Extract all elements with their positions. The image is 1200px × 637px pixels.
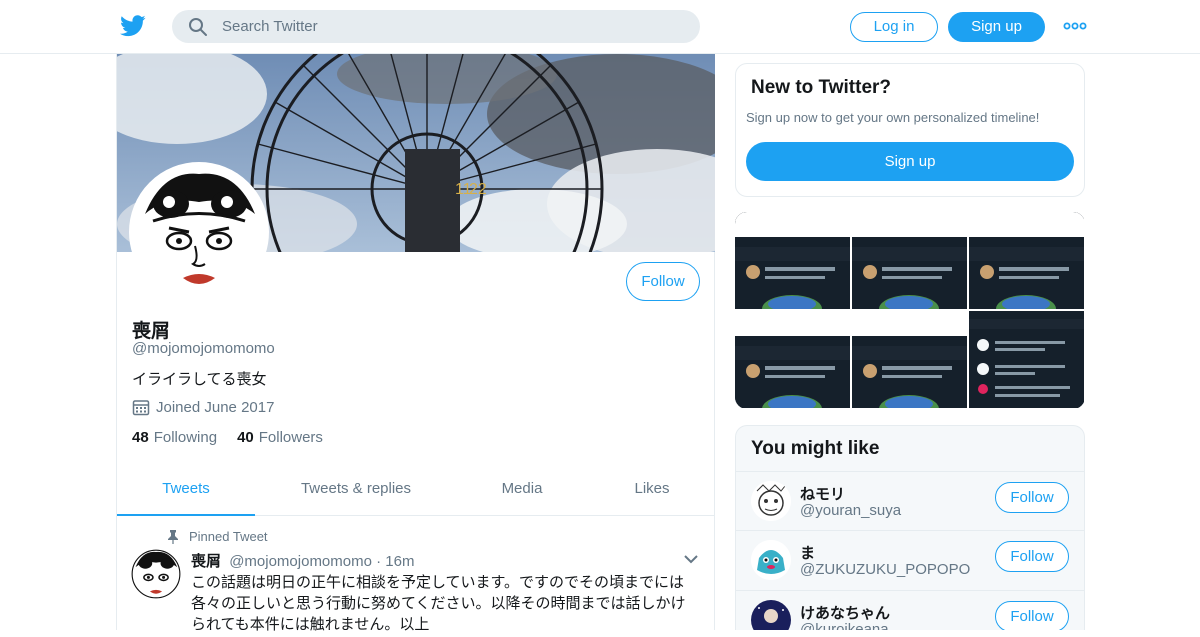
suggested-follow-button[interactable]: Follow [995, 541, 1069, 572]
new-to-twitter-subtitle: Sign up now to get your own personalized… [746, 110, 1040, 125]
suggested-user-avatar[interactable] [751, 481, 791, 521]
suggested-user-name[interactable]: けあなちゃん [800, 602, 890, 623]
profile-handle[interactable]: @mojomojomomomo [132, 340, 275, 357]
profile-stats: 48 Following 40 Followers [132, 429, 323, 446]
following-stat[interactable]: 48 Following [132, 429, 217, 446]
more-options-icon[interactable] [1063, 18, 1087, 34]
signup-large-button[interactable]: Sign up [746, 142, 1074, 181]
profile-bio: イライラしてる喪女 [132, 370, 267, 388]
suggested-user-avatar[interactable] [751, 540, 791, 580]
media-grid [735, 212, 1085, 409]
suggested-user[interactable]: けあなちゃん @kuroikeana Follow [736, 590, 1084, 630]
suggested-follow-button[interactable]: Follow [995, 601, 1069, 630]
suggested-user[interactable]: ねモリ @youran_suya Follow [736, 471, 1084, 531]
media-thumbnail[interactable] [852, 212, 967, 309]
pinned-label: Pinned Tweet [189, 529, 268, 544]
tab-tweets-replies[interactable]: Tweets & replies [277, 467, 435, 516]
tweet-author-handle[interactable]: @mojomojomomomo [229, 553, 372, 570]
you-might-like-card: You might like ねモリ @youran_suya Follow ま… [735, 425, 1085, 630]
tweet-text: この話題は明日の正午に相談を予定しています。ですのでその頃までには各々の正しいと… [191, 573, 686, 633]
media-thumbnail[interactable] [969, 311, 1084, 408]
chevron-down-icon[interactable] [683, 553, 699, 565]
media-thumbnail[interactable] [852, 311, 967, 408]
followers-label: Followers [258, 429, 323, 446]
profile-joined-date: Joined June 2017 [132, 398, 274, 416]
profile-avatar[interactable] [129, 162, 269, 302]
pinned-indicator: Pinned Tweet [167, 529, 268, 544]
tweet-separator: · [376, 553, 382, 570]
suggested-user-handle[interactable]: @kuroikeana [800, 621, 889, 630]
top-nav-bar: Log in Sign up [0, 0, 1200, 54]
search-input[interactable] [222, 18, 662, 35]
you-might-like-title: You might like [751, 438, 880, 459]
twitter-bird-logo-icon[interactable] [120, 14, 146, 38]
profile-avatar-image [133, 166, 265, 298]
suggested-user-name[interactable]: ねモリ [800, 483, 845, 504]
tab-media[interactable]: Media [477, 467, 567, 516]
suggested-user-name[interactable]: ま [800, 542, 815, 563]
search-icon [189, 17, 207, 36]
followers-stat[interactable]: 40 Followers [237, 429, 323, 446]
following-count: 48 [132, 429, 149, 446]
following-label: Following [153, 429, 218, 446]
tweet-avatar-image [131, 549, 181, 599]
follow-button[interactable]: Follow [626, 262, 700, 301]
tweet-timestamp[interactable]: 16m [385, 553, 414, 570]
calendar-icon [132, 400, 150, 416]
profile-name: 喪屑 [132, 320, 171, 342]
profile-column: 11 22 Follow 喪屑 @mojomojomomomo イライラしてる喪… [116, 54, 715, 633]
tab-likes[interactable]: Likes [607, 467, 697, 516]
tweet-author-name[interactable]: 喪屑 [191, 552, 221, 570]
media-thumbnail[interactable] [969, 212, 1084, 309]
suggested-user-handle[interactable]: @youran_suya [800, 502, 901, 519]
suggested-user-handle[interactable]: @ZUKUZUKU_POPOPO [800, 561, 970, 578]
suggested-follow-button[interactable]: Follow [995, 482, 1069, 513]
new-to-twitter-card: New to Twitter? Sign up now to get your … [735, 63, 1085, 197]
tab-tweets[interactable]: Tweets [117, 467, 255, 516]
new-to-twitter-title: New to Twitter? [751, 77, 892, 98]
suggested-user-avatar[interactable] [751, 600, 791, 630]
login-button[interactable]: Log in [850, 12, 938, 42]
svg-text:22: 22 [469, 181, 487, 198]
pin-icon [168, 529, 178, 544]
profile-tabs: Tweets Tweets & replies Media Likes [117, 467, 715, 516]
search-box[interactable] [172, 10, 700, 43]
pinned-tweet[interactable]: Pinned Tweet 喪屑 @mojomojomomomo · 16m この… [117, 517, 715, 637]
tweet-header: 喪屑 @mojomojomomomo · 16m [191, 550, 414, 571]
tweet-author-avatar[interactable] [131, 549, 181, 599]
followers-count: 40 [237, 429, 254, 446]
media-thumbnail[interactable] [735, 212, 850, 309]
joined-text: Joined June 2017 [156, 398, 275, 416]
media-thumbnail[interactable] [735, 311, 850, 408]
suggested-user[interactable]: ま @ZUKUZUKU_POPOPO Follow [736, 530, 1084, 590]
signup-button[interactable]: Sign up [948, 12, 1045, 42]
